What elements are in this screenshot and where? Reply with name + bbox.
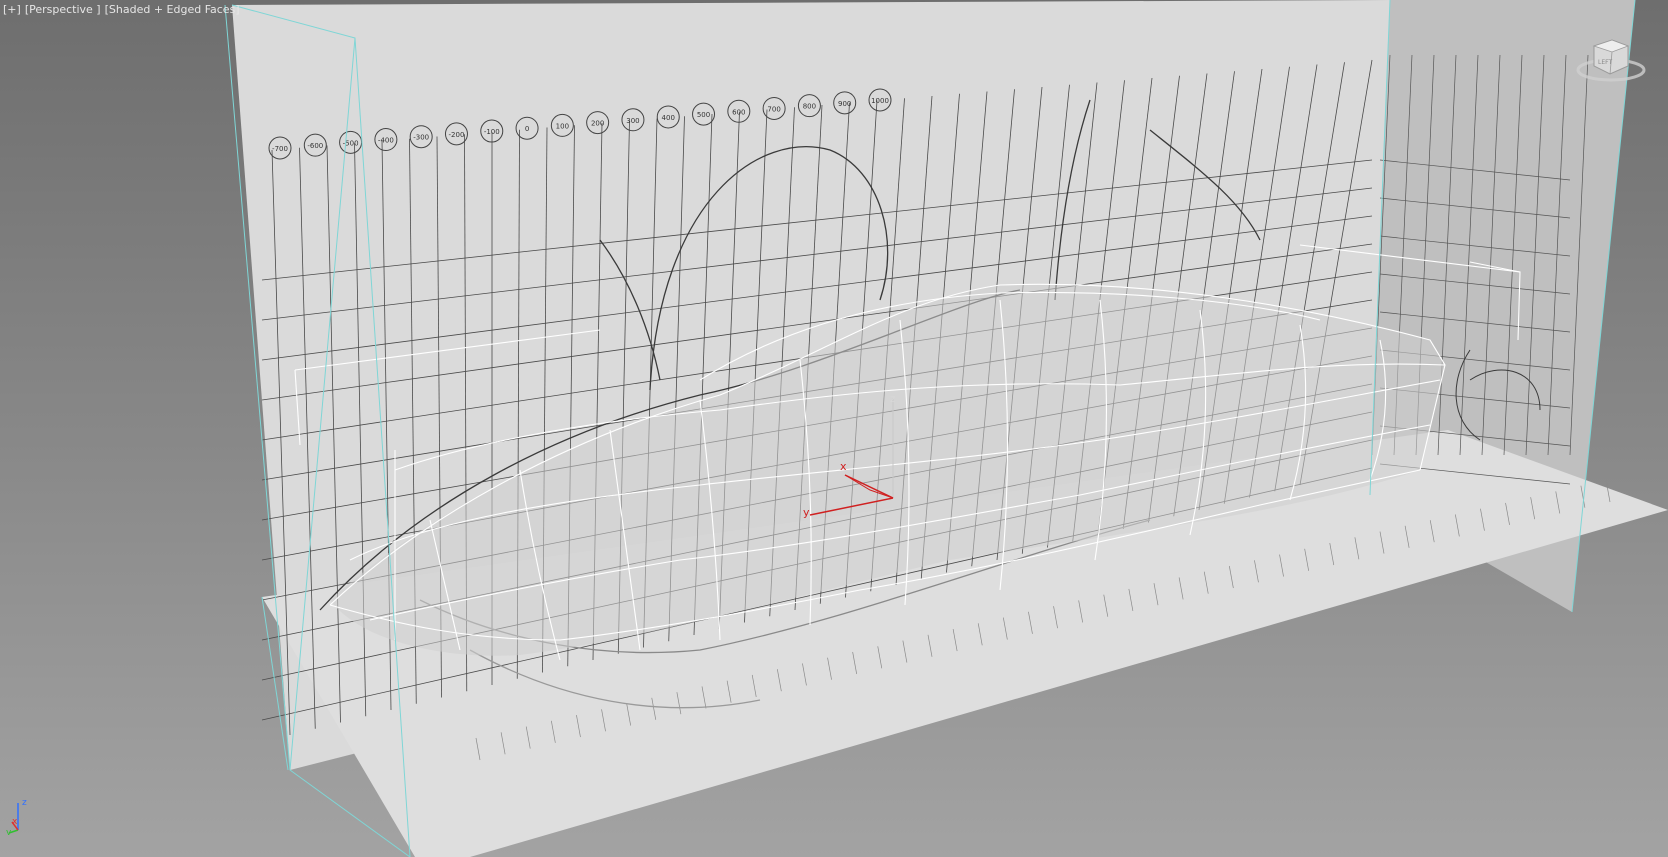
station-label: -100 bbox=[484, 128, 500, 136]
station-label: 200 bbox=[591, 120, 604, 128]
station-label: -200 bbox=[449, 131, 465, 139]
viewcube-face-label: LEFT bbox=[1598, 59, 1612, 66]
viewport-shading-menu[interactable]: [Shaded + Edged Faces] bbox=[104, 3, 241, 19]
station-label: 800 bbox=[803, 103, 816, 111]
axis-y-label: y bbox=[6, 828, 12, 835]
perspective-viewport[interactable]: -700 -600 -500 -400 -300 -200 -100 0 100 200 300 40… bbox=[0, 0, 1668, 857]
gizmo-y-label: y bbox=[803, 506, 810, 519]
axis-x-label: x bbox=[12, 817, 18, 827]
station-label: -300 bbox=[413, 134, 429, 142]
station-label: 300 bbox=[626, 117, 639, 125]
station-label: 400 bbox=[662, 114, 675, 122]
viewport-point-of-view-menu[interactable]: [Perspective ] bbox=[24, 3, 102, 19]
station-label: -700 bbox=[272, 145, 288, 153]
station-label: 0 bbox=[525, 125, 529, 133]
viewport-general-menu[interactable]: [+] bbox=[2, 3, 22, 19]
viewport-label-menu: [+] [Perspective ] [Shaded + Edged Faces… bbox=[2, 3, 241, 19]
axis-tripod-icon: z x y bbox=[6, 798, 27, 835]
scene-canvas[interactable]: -700 -600 -500 -400 -300 -200 -100 0 100 200 300 40… bbox=[0, 0, 1668, 857]
station-label: 700 bbox=[767, 105, 780, 113]
station-label: 500 bbox=[697, 111, 710, 119]
station-label: 1000 bbox=[871, 97, 889, 105]
axis-z-label: z bbox=[22, 798, 27, 808]
station-label: 600 bbox=[732, 108, 745, 116]
gizmo-z-label: z bbox=[890, 394, 895, 405]
station-label: 100 bbox=[556, 122, 569, 130]
gizmo-x-label: x bbox=[840, 460, 847, 473]
station-label: 900 bbox=[838, 100, 851, 108]
station-label: -600 bbox=[307, 142, 323, 150]
station-label: -400 bbox=[378, 137, 394, 145]
viewcube-icon[interactable]: LEFT bbox=[1576, 34, 1646, 84]
